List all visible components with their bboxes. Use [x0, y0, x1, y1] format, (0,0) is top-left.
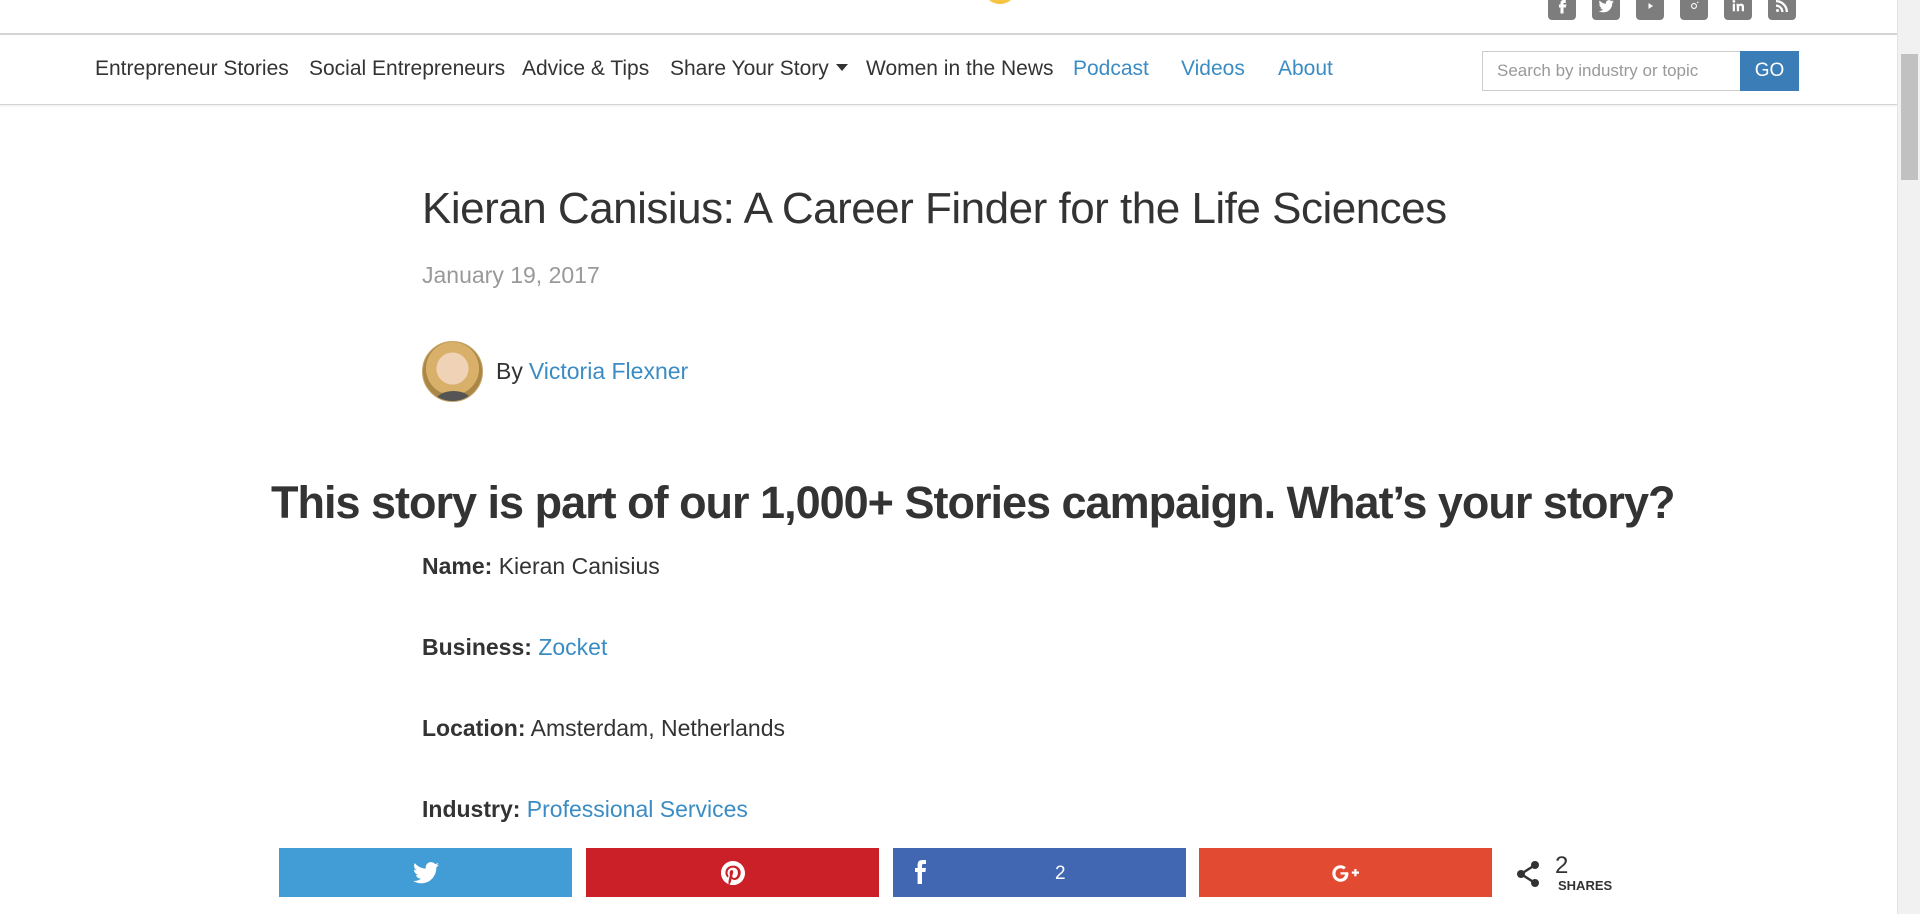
caret-down-icon [835, 63, 848, 71]
share-total-count: 2 [1555, 852, 1569, 879]
share-icon [1517, 861, 1539, 887]
facebook-share-count: 2 [1055, 863, 1066, 884]
twitter-share-button[interactable] [279, 848, 572, 897]
author-byline: By Victoria Flexner [422, 341, 688, 402]
linkedin-icon[interactable] [1724, 0, 1752, 20]
nav-item-entrepreneur-stories[interactable]: Entrepreneur Stories [95, 57, 289, 81]
campaign-heading: This story is part of our 1,000+ Stories… [271, 477, 1675, 528]
search-input[interactable] [1482, 51, 1740, 91]
scrollbar-thumb[interactable] [1901, 54, 1918, 180]
instagram-icon[interactable] [1680, 0, 1708, 20]
field-location: Location: Amsterdam, Netherlands [422, 715, 785, 742]
social-links [1548, 0, 1796, 20]
byline-prefix: By [496, 358, 523, 384]
nav-item-podcast[interactable]: Podcast [1073, 57, 1149, 81]
share-total-label: SHARES [1558, 878, 1613, 893]
nav-item-share-your-story[interactable]: Share Your Story [670, 57, 848, 81]
article-date: January 19, 2017 [422, 262, 600, 288]
nav-item-share-your-story-label: Share Your Story [670, 57, 829, 80]
nav-item-advice-tips[interactable]: Advice & Tips [522, 57, 649, 81]
share-total: 2 SHARES [1515, 852, 1625, 897]
field-label: Location: [422, 715, 526, 741]
field-value: Kieran Canisius [498, 553, 660, 579]
field-name: Name: Kieran Canisius [422, 553, 660, 580]
field-label: Industry: [422, 796, 521, 822]
facebook-icon [915, 860, 926, 884]
facebook-share-button[interactable]: 2 [893, 848, 1186, 897]
industry-link[interactable]: Professional Services [527, 796, 748, 822]
field-industry: Industry: Professional Services [422, 796, 748, 823]
author-link[interactable]: Victoria Flexner [529, 358, 688, 385]
youtube-icon[interactable] [1636, 0, 1664, 20]
google-plus-icon [1331, 864, 1359, 882]
rss-icon[interactable] [1768, 0, 1796, 20]
main-nav: Entrepreneur Stories Social Entrepreneur… [0, 36, 1897, 105]
field-value: Amsterdam, Netherlands [530, 715, 786, 741]
search-go-button[interactable]: GO [1740, 51, 1799, 91]
page-scrollbar[interactable] [1897, 0, 1920, 914]
article-title: Kieran Canisius: A Career Finder for the… [422, 184, 1447, 233]
pinterest-share-button[interactable] [586, 848, 879, 897]
business-link[interactable]: Zocket [538, 634, 607, 660]
google-plus-share-button[interactable] [1199, 848, 1492, 897]
twitter-icon [412, 861, 439, 883]
field-label: Business: [422, 634, 532, 660]
top-header [0, 0, 1897, 35]
nav-item-social-entrepreneurs[interactable]: Social Entrepreneurs [309, 57, 505, 81]
facebook-icon[interactable] [1548, 0, 1576, 20]
pinterest-icon [720, 860, 745, 885]
author-avatar[interactable] [422, 341, 483, 402]
nav-item-videos[interactable]: Videos [1181, 57, 1245, 81]
field-business: Business: Zocket [422, 634, 607, 661]
nav-item-about[interactable]: About [1278, 57, 1333, 81]
site-logo[interactable] [983, 0, 1017, 4]
field-label: Name: [422, 553, 493, 579]
twitter-icon[interactable] [1592, 0, 1620, 20]
nav-item-women-in-the-news[interactable]: Women in the News [866, 57, 1054, 81]
